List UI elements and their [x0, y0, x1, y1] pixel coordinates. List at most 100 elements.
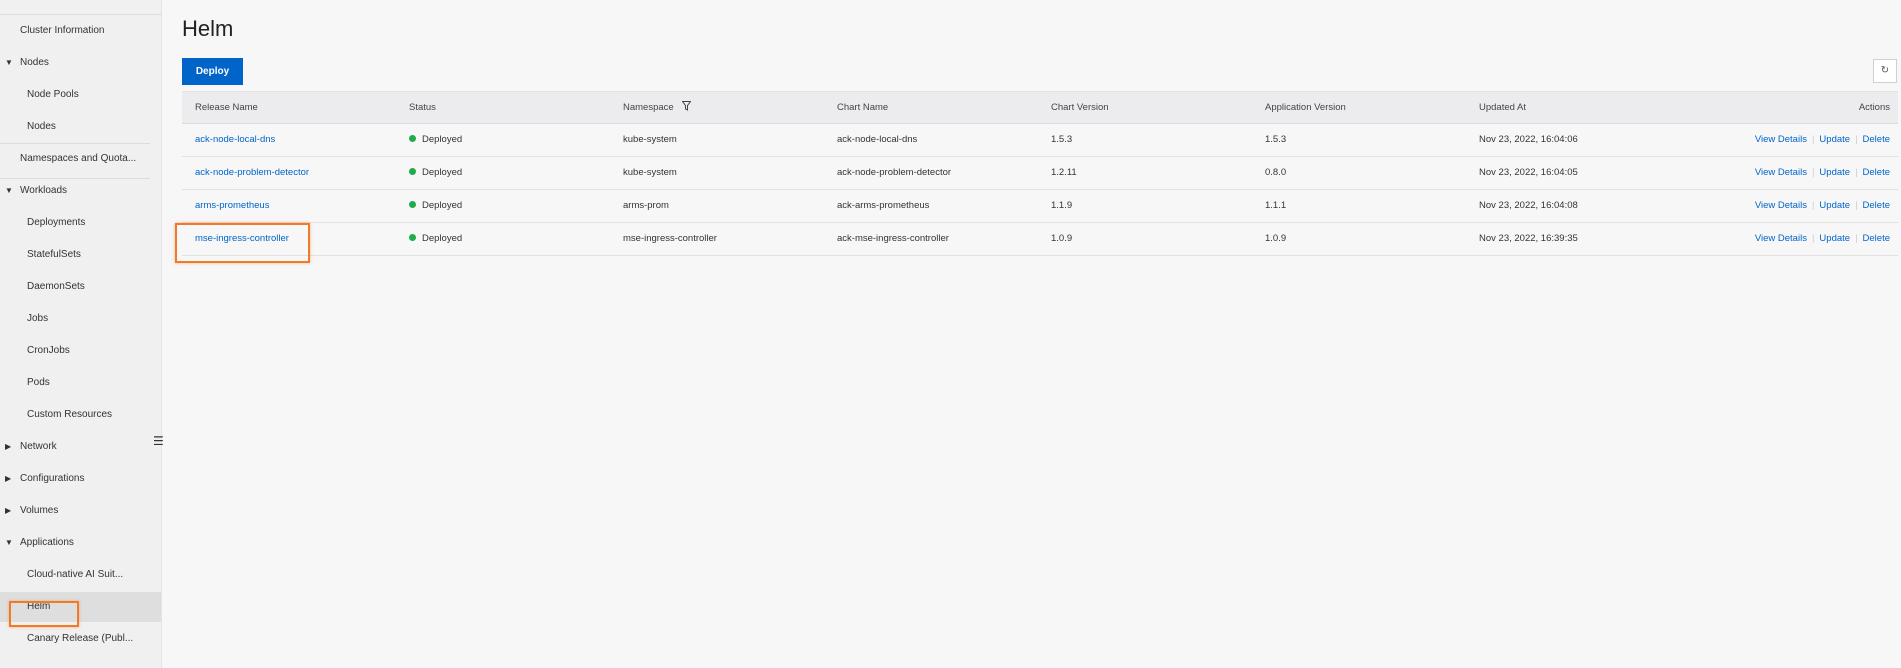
chart-version-cell: 1.0.9 [1051, 233, 1073, 244]
sidebar-item-daemonsets[interactable]: DaemonSets [0, 272, 161, 302]
sidebar-item-node-pools[interactable]: Node Pools [0, 80, 161, 110]
sidebar-divider [0, 178, 150, 179]
filter-icon[interactable] [682, 101, 692, 111]
sidebar-item-label: Nodes [20, 57, 49, 68]
chart-version-cell: 1.1.9 [1051, 200, 1073, 211]
sidebar-item-label: Nodes [27, 121, 56, 132]
refresh-button[interactable]: ↻ [1873, 59, 1897, 83]
caret-down-icon: ▼ [5, 538, 13, 547]
namespace-cell: kube-system [623, 134, 677, 145]
sidebar-item-cloud-native-ai-suit[interactable]: Cloud-native AI Suit... [0, 560, 161, 590]
sidebar-item-volumes[interactable]: ▶ Volumes [0, 496, 161, 526]
action-separator: | [1811, 200, 1815, 211]
chart-version-cell: 1.5.3 [1051, 134, 1073, 145]
header-status: Status [409, 102, 436, 113]
updated-at-cell: Nov 23, 2022, 16:04:08 [1479, 200, 1578, 211]
caret-right-icon: ▶ [5, 474, 12, 483]
status-dot-icon [409, 234, 416, 241]
sidebar-item-network[interactable]: ▶ Network [0, 432, 161, 462]
action-separator: | [1811, 233, 1815, 244]
sidebar-item-jobs[interactable]: Jobs [0, 304, 161, 334]
status-cell: Deployed [409, 157, 462, 189]
delete-link[interactable]: Delete [1863, 134, 1890, 145]
updated-at-cell: Nov 23, 2022, 16:04:06 [1479, 134, 1578, 145]
delete-link[interactable]: Delete [1863, 233, 1890, 244]
sidebar-item-deployments[interactable]: Deployments [0, 208, 161, 238]
header-chart-name: Chart Name [837, 102, 889, 113]
view-details-link[interactable]: View Details [1755, 200, 1807, 211]
delete-link[interactable]: Delete [1863, 200, 1890, 211]
sidebar-item-configurations[interactable]: ▶ Configurations [0, 464, 161, 494]
sidebar: Cluster Information ▼ Nodes Node Pools Nodes… [0, 0, 164, 668]
status-cell: Deployed [409, 124, 462, 156]
sidebar-item-label: Network [20, 441, 57, 452]
header-namespace[interactable]: Namespace [623, 92, 692, 123]
sidebar-item-namespaces-and-quota[interactable]: Namespaces and Quota... [0, 144, 161, 174]
table-header: Release Name Status Namespace Chart Name… [182, 91, 1898, 124]
app-version-cell: 0.8.0 [1265, 167, 1287, 178]
sidebar-item-canary-release-publ[interactable]: Canary Release (Publ... [0, 624, 161, 654]
table-body: ack-node-local-dns Deployed kube-system ack… [182, 124, 1898, 256]
header-release-name: Release Name [195, 102, 258, 113]
view-details-link[interactable]: View Details [1755, 167, 1807, 178]
sidebar-item-statefulsets[interactable]: StatefulSets [0, 240, 161, 270]
status-dot-icon [409, 201, 416, 208]
view-details-link[interactable]: View Details [1755, 233, 1807, 244]
sidebar-item-label: Pods [27, 377, 50, 388]
status-cell: Deployed [409, 190, 462, 222]
header-chart-version: Chart Version [1051, 102, 1109, 113]
sidebar-item-label: Configurations [20, 473, 85, 484]
sidebar-item-cronjobs[interactable]: CronJobs [0, 336, 161, 366]
update-link[interactable]: Update [1819, 233, 1850, 244]
updated-at-cell: Nov 23, 2022, 16:04:05 [1479, 167, 1578, 178]
update-link[interactable]: Update [1819, 200, 1850, 211]
refresh-icon: ↻ [1880, 65, 1890, 76]
action-separator: | [1855, 233, 1858, 244]
namespace-cell: mse-ingress-controller [623, 233, 717, 244]
update-link[interactable]: Update [1819, 167, 1850, 178]
sidebar-item-custom-resources[interactable]: Custom Resources [0, 400, 161, 430]
table-row: ack-node-local-dns Deployed kube-system ack… [182, 124, 1898, 157]
sidebar-divider [0, 143, 150, 144]
sidebar-item-label: Custom Resources [27, 409, 113, 420]
view-details-link[interactable]: View Details [1755, 134, 1807, 145]
delete-link[interactable]: Delete [1863, 167, 1890, 178]
page-title: Helm [182, 16, 234, 41]
release-name-link[interactable]: arms-prometheus [195, 200, 269, 211]
sidebar-item-nodes[interactable]: Nodes [0, 112, 161, 142]
updated-at-cell: Nov 23, 2022, 16:39:35 [1479, 233, 1578, 244]
action-separator: | [1811, 134, 1815, 145]
header-namespace-label: Namespace [623, 102, 674, 113]
actions-cell: View Details | Update | Delete [1755, 157, 1890, 189]
chart-name-cell: ack-node-problem-detector [837, 167, 952, 178]
header-actions: Actions [1858, 102, 1890, 113]
sidebar-item-workloads[interactable]: ▼ Workloads [0, 176, 161, 206]
update-link[interactable]: Update [1819, 134, 1850, 145]
app-version-cell: 1.1.1 [1265, 200, 1287, 211]
app-version-cell: 1.5.3 [1265, 134, 1287, 145]
helm-nav-highlight [9, 601, 79, 627]
header-app-version: Application Version [1265, 102, 1346, 113]
table-row: ack-node-problem-detector Deployed kube-sy… [182, 157, 1898, 190]
sidebar-item-cluster-information[interactable]: Cluster Information [0, 16, 161, 46]
sidebar-item-applications[interactable]: ▼ Applications [0, 528, 161, 558]
status-text: Deployed [422, 200, 463, 211]
deploy-button[interactable]: Deploy [182, 58, 243, 85]
sidebar-item-label: Applications [20, 537, 74, 548]
caret-right-icon: ▶ [5, 442, 12, 451]
actions-cell: View Details | Update | Delete [1755, 190, 1890, 222]
sidebar-item-pods[interactable]: Pods [0, 368, 161, 398]
sidebar-item-label: Canary Release (Publ... [27, 633, 134, 644]
status-text: Deployed [422, 134, 463, 145]
status-dot-icon [409, 168, 416, 175]
sidebar-item-label: Workloads [20, 185, 68, 196]
namespace-cell: kube-system [623, 167, 677, 178]
action-separator: | [1855, 200, 1858, 211]
sidebar-item-label: Jobs [27, 313, 49, 324]
actions-cell: View Details | Update | Delete [1755, 223, 1890, 255]
release-name-link[interactable]: ack-node-local-dns [195, 134, 275, 145]
action-separator: | [1855, 134, 1858, 145]
release-name-link[interactable]: ack-node-problem-detector [195, 167, 309, 178]
caret-down-icon: ▼ [5, 58, 13, 67]
sidebar-item-nodes[interactable]: ▼ Nodes [0, 48, 161, 78]
